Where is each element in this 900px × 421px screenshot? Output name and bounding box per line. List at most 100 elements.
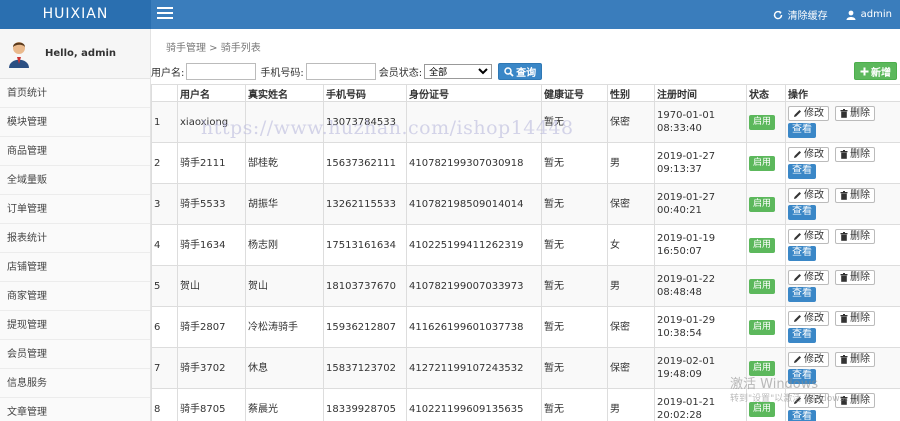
table-row: 3 骑手5533 胡振华 13262115533 410782198509014014 暂… [151,183,900,225]
cell-register-time: 2019-01-27 09:13:37 [654,142,747,184]
pencil-icon [794,192,801,199]
cell-username: 骑手5533 [177,183,246,225]
status-badge: 启用 [749,401,776,417]
view-button[interactable]: 查看 [788,246,816,261]
table-row: 4 骑手1634 杨志刚 17513161634 410225199411262319 暂… [151,224,900,266]
sidebar: Hello, admin 首页统计 模块管理 商品管理 全域量贩 订单管理 报表… [0,29,151,421]
plus-icon [860,67,869,75]
register-date: 2019-02-01 [657,356,716,367]
status-badge: 启用 [749,278,776,294]
cell-username: 骑手1634 [177,224,246,266]
col-status[interactable]: 状态 [746,84,786,102]
hamburger-icon[interactable] [157,7,173,21]
cell-realname: 冷松涛骑手 [245,306,324,348]
sidebar-item-modules[interactable]: 模块管理 [0,108,150,137]
cell-username: 骑手8705 [177,388,246,421]
table-body: 1 xiaoxiong 13073784533 暂无 保密 1970-01-01 08:33… [151,101,900,421]
view-button[interactable]: 查看 [788,287,816,302]
edit-button[interactable]: 修改 [788,311,829,326]
delete-button[interactable]: 删除 [835,311,875,326]
edit-button[interactable]: 修改 [788,270,829,285]
edit-button[interactable]: 修改 [788,188,829,203]
edit-button[interactable]: 修改 [788,147,829,162]
sidebar-item-reports[interactable]: 报表统计 [0,224,150,253]
edit-button[interactable]: 修改 [788,352,829,367]
cell-health: 暂无 [541,101,608,143]
col-realname[interactable]: 真实姓名 [245,84,324,102]
sidebar-item-dashboard[interactable]: 首页统计 [0,79,150,108]
delete-button[interactable]: 删除 [835,229,875,244]
sidebar-item-articles[interactable]: 文章管理 [0,398,150,421]
cell-phone: 15936212807 [323,306,407,348]
search-icon [504,66,514,77]
register-clock: 00:40:21 [657,205,702,216]
brand-logo[interactable]: HUIXIAN [0,0,151,29]
cell-status: 启用 [746,265,786,307]
query-button[interactable]: 查询 [498,63,543,80]
delete-button[interactable]: 删除 [835,393,875,408]
view-button[interactable]: 查看 [788,164,816,179]
username-input[interactable] [186,63,257,80]
col-gender[interactable]: 性别 [607,84,655,102]
cell-idcard: 410782199307030918 [406,142,542,184]
sidebar-item-orders[interactable]: 订单管理 [0,195,150,224]
edit-button[interactable]: 修改 [788,229,829,244]
col-phone[interactable]: 手机号码 [323,84,407,102]
cell-actions: 修改 删除查看 [785,347,900,389]
col-idcard[interactable]: 身份证号 [406,84,542,102]
sidebar-item-wholesale[interactable]: 全域量贩 [0,166,150,195]
cell-actions: 修改 删除查看 [785,224,900,266]
sidebar-item-products[interactable]: 商品管理 [0,137,150,166]
pencil-icon [794,274,801,281]
delete-label: 删除 [850,272,870,283]
status-badge: 启用 [749,360,776,376]
delete-button[interactable]: 删除 [835,147,875,162]
col-username[interactable]: 用户名 [177,84,246,102]
phone-input[interactable] [305,63,376,80]
clear-cache-button[interactable]: 清除缓存 [773,7,828,22]
cell-actions: 修改 删除查看 [785,306,900,348]
status-label: 会员状态: [378,68,423,79]
status-badge: 启用 [749,237,776,253]
sidebar-item-shops[interactable]: 店铺管理 [0,253,150,282]
delete-button[interactable]: 删除 [835,188,875,203]
cell-status: 启用 [746,306,786,348]
cell-idcard [406,101,542,143]
delete-button[interactable]: 删除 [835,352,875,367]
status-select[interactable]: 全部 [424,64,493,79]
cell-gender: 保密 [607,347,655,389]
view-button[interactable]: 查看 [788,410,816,421]
col-health[interactable]: 健康证号 [541,84,608,102]
cell-health: 暂无 [541,388,608,421]
user-menu[interactable]: admin [846,9,892,20]
cell-realname: 郜桂乾 [245,142,324,184]
edit-label: 修改 [804,272,824,283]
sidebar-item-withdrawals[interactable]: 提现管理 [0,311,150,340]
view-button[interactable]: 查看 [788,205,816,220]
view-button[interactable]: 查看 [788,123,816,138]
col-register-time[interactable]: 注册时间 [654,84,747,102]
delete-button[interactable]: 删除 [835,106,875,121]
refresh-icon [773,10,782,19]
cell-index: 5 [151,265,178,307]
sidebar-item-info[interactable]: 信息服务 [0,369,150,398]
cell-register-time: 2019-01-27 00:40:21 [654,183,747,225]
sidebar-item-merchants[interactable]: 商家管理 [0,282,150,311]
edit-button[interactable]: 修改 [788,393,829,408]
cell-gender: 男 [607,265,655,307]
cell-gender: 女 [607,224,655,266]
edit-button[interactable]: 修改 [788,106,829,121]
sidebar-item-members[interactable]: 会员管理 [0,340,150,369]
trash-icon [840,314,848,323]
view-button[interactable]: 查看 [788,328,816,343]
register-date: 1970-01-01 [657,110,716,121]
register-date: 2019-01-19 [657,233,716,244]
cell-gender: 保密 [607,306,655,348]
cell-status: 启用 [746,101,786,143]
delete-button[interactable]: 删除 [835,270,875,285]
view-button[interactable]: 查看 [788,369,816,384]
trash-icon [840,191,848,200]
user-panel: Hello, admin [0,29,150,79]
add-button[interactable]: 新增 [854,62,897,80]
register-date: 2019-01-22 [657,274,716,285]
